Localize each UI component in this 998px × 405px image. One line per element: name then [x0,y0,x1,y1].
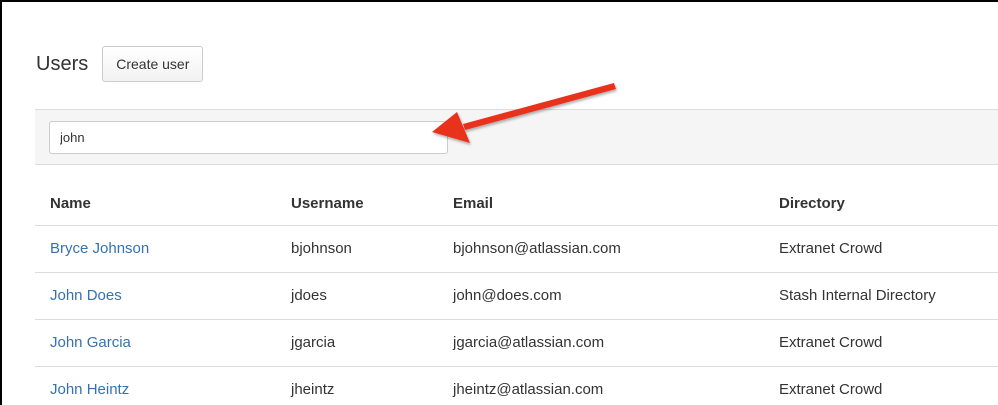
username-cell: jheintz [276,366,438,405]
page-header: Users Create user [36,46,204,82]
username-cell: bjohnson [276,225,438,273]
user-filter-bar [35,109,998,165]
directory-cell: Stash Internal Directory [764,272,998,320]
user-name-link[interactable]: Bryce Johnson [50,240,149,257]
create-user-button[interactable]: Create user [102,46,204,82]
table-row: Bryce Johnson bjohnson bjohnson@atlassia… [35,225,998,273]
email-cell: jheintz@atlassian.com [438,366,764,405]
directory-cell: Extranet Crowd [764,225,998,273]
table-header-row: Name Username Email Directory [35,182,998,226]
username-cell: jgarcia [276,319,438,367]
email-cell: jgarcia@atlassian.com [438,319,764,367]
users-page: Users Create user Name Username Email Di… [0,0,998,405]
user-name-link[interactable]: John Garcia [50,334,131,351]
user-name-link[interactable]: John Heintz [50,381,129,398]
user-filter-input[interactable] [49,121,448,154]
user-name-cell: John Garcia [35,319,276,367]
column-header-directory: Directory [764,182,998,226]
column-header-name: Name [35,182,276,226]
directory-cell: Extranet Crowd [764,366,998,405]
username-cell: jdoes [276,272,438,320]
table-row: John Garcia jgarcia jgarcia@atlassian.co… [35,319,998,367]
email-cell: bjohnson@atlassian.com [438,225,764,273]
user-name-cell: John Does [35,272,276,320]
users-table: Name Username Email Directory Bryce John… [35,182,998,405]
column-header-email: Email [438,182,764,226]
page-title: Users [36,53,89,75]
user-name-cell: Bryce Johnson [35,225,276,273]
email-cell: john@does.com [438,272,764,320]
user-name-link[interactable]: John Does [50,287,122,304]
column-header-username: Username [276,182,438,226]
table-row: John Heintz jheintz jheintz@atlassian.co… [35,366,998,405]
user-name-cell: John Heintz [35,366,276,405]
table-row: John Does jdoes john@does.com Stash Inte… [35,272,998,320]
directory-cell: Extranet Crowd [764,319,998,367]
